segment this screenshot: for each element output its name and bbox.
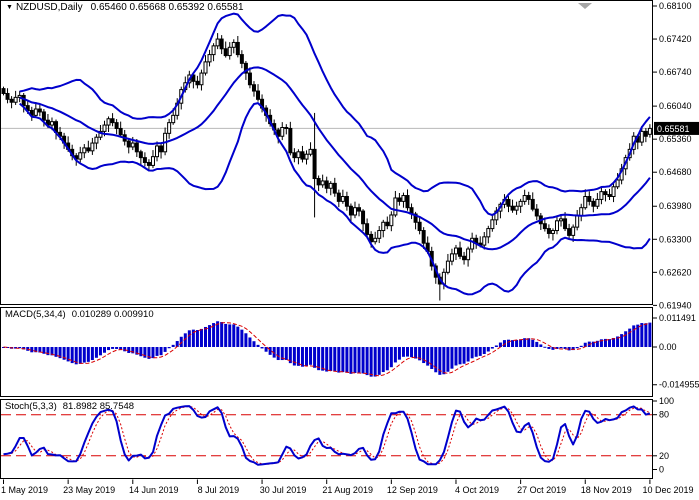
svg-text:18 Nov 2019: 18 Nov 2019 <box>581 485 632 495</box>
svg-text:10 Dec 2019: 10 Dec 2019 <box>642 485 693 495</box>
svg-text:4 Oct 2019: 4 Oct 2019 <box>455 485 499 495</box>
svg-text:0.65581: 0.65581 <box>657 124 690 134</box>
svg-text:27 Oct 2019: 27 Oct 2019 <box>517 485 566 495</box>
svg-text:0.61940: 0.61940 <box>659 300 692 310</box>
price-axis[interactable]: 0.68100 0.67420 0.66740 0.66040 0.65360 0.646… <box>653 1 692 310</box>
svg-text:0.66040: 0.66040 <box>659 101 692 111</box>
svg-text:14 Jun 2019: 14 Jun 2019 <box>129 485 179 495</box>
svg-text:0.68100: 0.68100 <box>659 1 692 11</box>
stoch-label: Stoch(5,3,3) <box>5 401 57 412</box>
svg-text:21 Aug 2019: 21 Aug 2019 <box>322 485 373 495</box>
svg-text:30 Jul 2019: 30 Jul 2019 <box>260 485 307 495</box>
bollinger-bands-layer <box>20 14 650 295</box>
svg-text:23 May 2019: 23 May 2019 <box>63 485 115 495</box>
macd-histogram <box>2 321 651 376</box>
svg-text:8 Jul 2019: 8 Jul 2019 <box>198 485 240 495</box>
svg-text:0: 0 <box>659 465 664 475</box>
date-axis[interactable]: 1 May 2019 23 May 2019 14 Jun 2019 8 Jul 20… <box>1 480 694 496</box>
svg-text:-0.014955: -0.014955 <box>659 380 699 390</box>
macd-indicator-header: MACD(5,34,4) 0.010289 0.009910 <box>5 309 154 320</box>
ohlc-values: 0.65460 0.65668 0.65392 0.65581 <box>91 2 244 13</box>
macd-values: 0.010289 0.009910 <box>72 309 154 320</box>
svg-text:100: 100 <box>659 396 674 406</box>
svg-text:0.62620: 0.62620 <box>659 267 692 277</box>
main-panel[interactable] <box>1 1 653 305</box>
svg-text:12 Sep 2019: 12 Sep 2019 <box>387 485 438 495</box>
chart-shift-marker-icon[interactable] <box>578 3 592 9</box>
svg-text:0.66740: 0.66740 <box>659 67 692 77</box>
chart-canvas[interactable]: 0.68100 0.67420 0.66740 0.66040 0.65360 0.646… <box>0 0 699 500</box>
stoch-values: 81.8982 85.7548 <box>63 401 134 412</box>
svg-text:80: 80 <box>659 410 669 420</box>
svg-text:20: 20 <box>659 451 669 461</box>
bollinger-lower-band <box>20 103 650 294</box>
svg-text:0.63300: 0.63300 <box>659 234 692 244</box>
svg-text:0.65360: 0.65360 <box>659 134 692 144</box>
svg-text:0.011491: 0.011491 <box>659 313 696 323</box>
stoch-axis[interactable]: 100 80 20 0 <box>653 396 674 475</box>
svg-text:0.63980: 0.63980 <box>659 201 692 211</box>
symbol-dropdown-icon[interactable]: ▼ <box>6 4 13 11</box>
svg-text:1 May 2019: 1 May 2019 <box>1 485 48 495</box>
svg-text:0.67420: 0.67420 <box>659 34 692 44</box>
symbol-period-label: NZDUSD,Daily <box>16 2 83 13</box>
chart-title: ▼NZDUSD,Daily 0.65460 0.65668 0.65392 0.6… <box>6 2 244 13</box>
macd-label: MACD(5,34,4) <box>5 309 66 320</box>
svg-text:0.00: 0.00 <box>659 342 677 352</box>
current-price-badge: 0.65581 <box>654 122 699 135</box>
chart-window: 0.68100 0.67420 0.66740 0.66040 0.65360 0.646… <box>0 0 699 500</box>
stoch-levels <box>1 415 652 456</box>
svg-text:0.64680: 0.64680 <box>659 167 692 177</box>
macd-axis[interactable]: 0.011491 0.00 -0.014955 <box>653 313 699 390</box>
stoch-indicator-header: Stoch(5,3,3) 81.8982 85.7548 <box>5 401 134 412</box>
